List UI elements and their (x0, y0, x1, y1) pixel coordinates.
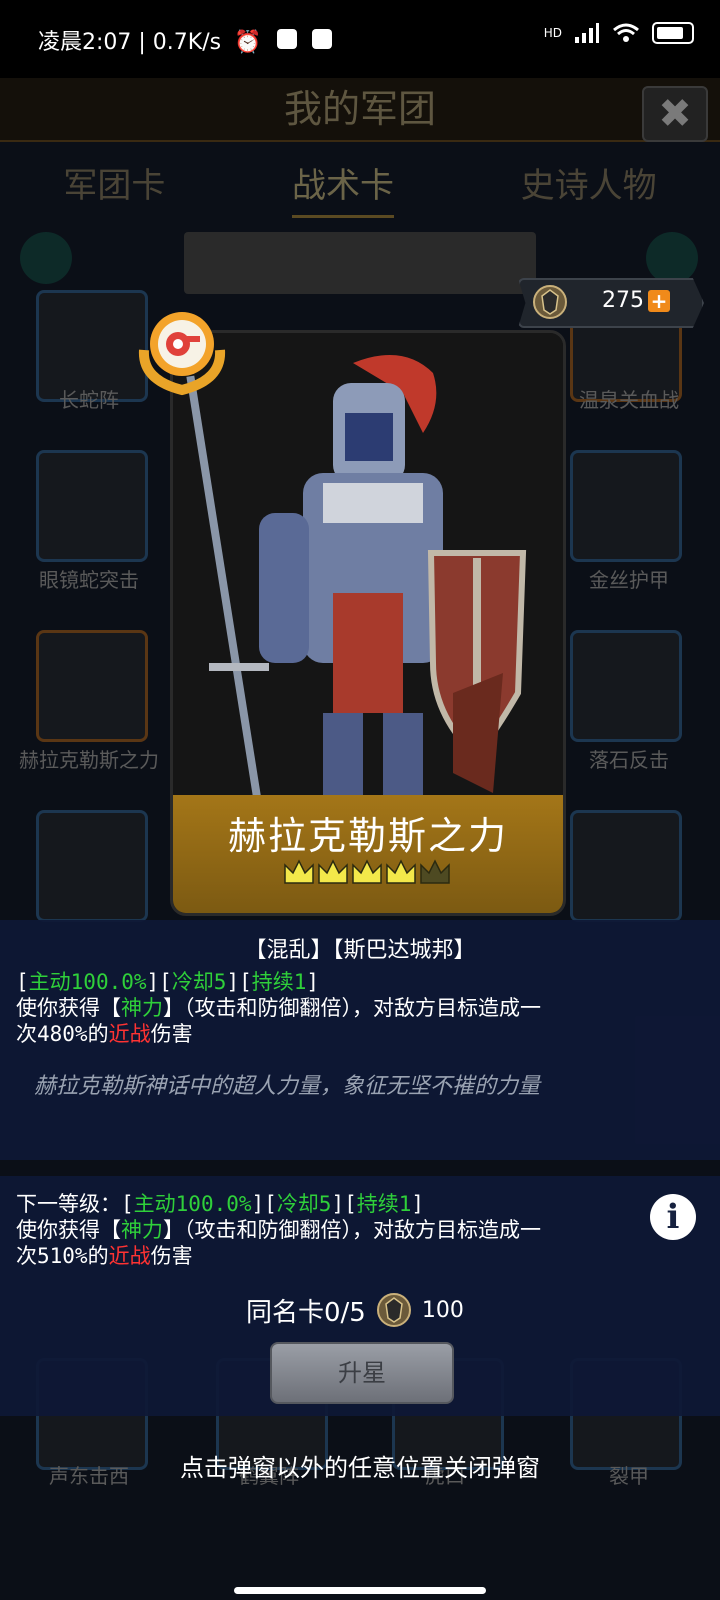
tab-epic-figures: 史诗人物 (520, 166, 657, 206)
currency-value: 275 (602, 288, 644, 313)
page-title: 我的军团 (0, 78, 720, 142)
bg-card-label: 赫拉克勒斯之力 (19, 748, 159, 772)
crown-filled-icon (318, 859, 348, 884)
tab-bar: 军团卡 战术卡 史诗人物 (0, 158, 720, 218)
filter-icon (646, 232, 698, 284)
network-type-label: HD (543, 26, 562, 40)
alarm-icon: ⏰ (234, 30, 262, 55)
bg-card (570, 810, 682, 922)
crown-filled-icon (386, 859, 416, 884)
lore-text: 赫拉克勒斯神话中的超人力量，象征无坚不摧的力量 (34, 1074, 541, 1099)
add-currency-icon[interactable]: + (648, 290, 670, 312)
next-damage-line: 次510%的近战伤害 (16, 1244, 193, 1269)
bracket-text: ][ (331, 1192, 357, 1216)
upgrade-star-button[interactable]: 升星 (270, 1342, 454, 1404)
skill-damage-line: 次480%的近战伤害 (16, 1022, 193, 1047)
active-chance: 主动100.0% (28, 970, 147, 994)
damage-text: 次510%的 (16, 1244, 109, 1268)
bg-card (36, 450, 148, 562)
damage-type: 近战 (108, 1244, 151, 1268)
bg-card (570, 450, 682, 562)
battery-icon (652, 22, 694, 44)
notification-icon (276, 29, 297, 49)
notification-icon-2 (311, 29, 332, 49)
next-effect-line: 使你获得【神力】（攻击和防御翻倍），对敌方目标造成一 (16, 1218, 541, 1243)
skill-effect-line: 使你获得【神力】（攻击和防御翻倍），对敌方目标造成一 (16, 996, 541, 1021)
next-level-panel: 下一等级：[主动100.0%][冷却5][持续1] 使你获得【神力】（攻击和防御… (0, 1176, 720, 1416)
close-hint: 点击弹窗以外的任意位置关闭弹窗 (180, 1454, 540, 1482)
bracket-text: [ (16, 970, 29, 994)
next-stats-line: 下一等级：[主动100.0%][冷却5][持续1] (16, 1192, 424, 1217)
card-tags: 【混乱】【斯巴达城邦】 (244, 938, 476, 963)
bracket-text: ] (306, 970, 320, 994)
effect-text: 使你获得【 (16, 1218, 121, 1242)
status-bar: 凌晨2:07 | 0.7K/s ⏰ HD (0, 0, 720, 78)
legion-emblem-icon (376, 1293, 411, 1327)
bg-card-label: 温泉关血战 (579, 388, 679, 412)
cooldown-value: 冷却5 (276, 1192, 332, 1216)
skill-description-panel: 【混乱】【斯巴达城邦】 [主动100.0%][冷却5][持续1] 使你获得【神力… (0, 920, 720, 1160)
bg-card-label: 眼镜蛇突击 (39, 568, 139, 592)
list-menu-icon (20, 232, 72, 284)
status-time-text: 凌晨2:07 | 0.7K/s (38, 30, 222, 55)
search-bar (184, 232, 536, 294)
bracket-text: ][ (146, 970, 172, 994)
bg-card-label: 落石反击 (589, 748, 669, 772)
effect-text: 】（攻击和防御翻倍），对敌方目标造成一 (163, 1218, 541, 1242)
info-icon[interactable]: i (650, 1194, 696, 1240)
signal-icon (575, 23, 599, 43)
bracket-text: ][ (226, 970, 252, 994)
card-name: 赫拉克勒斯之力 (227, 814, 508, 858)
damage-type: 近战 (108, 1022, 151, 1046)
legion-emblem-icon (533, 285, 567, 319)
duration-value: 持续1 (356, 1192, 412, 1216)
crown-filled-icon (352, 859, 382, 884)
next-level-label: 下一等级：[ (16, 1192, 134, 1216)
tactic-card: 赫拉克勒斯之力 (170, 330, 566, 916)
wifi-icon (613, 23, 639, 42)
bg-card (36, 630, 148, 742)
buff-name: 神力 (121, 996, 163, 1020)
bg-card (36, 810, 148, 922)
duration-value: 持续1 (251, 970, 307, 994)
close-icon: ✖ (642, 86, 708, 142)
duplicate-card-row: 同名卡0/5 100 (246, 1290, 464, 1330)
effect-text: 】（攻击和防御翻倍），对敌方目标造成一 (163, 996, 541, 1020)
tab-legion-cards: 军团卡 (63, 166, 166, 206)
skill-stats-line: [主动100.0%][冷却5][持续1] (16, 970, 319, 995)
home-indicator[interactable] (234, 1587, 486, 1594)
cooldown-value: 冷却5 (171, 970, 227, 994)
damage-text: 伤害 (150, 1022, 193, 1046)
bg-card-label: 金丝护甲 (589, 568, 669, 592)
damage-text: 次480%的 (16, 1022, 109, 1046)
active-chance: 主动100.0% (133, 1192, 252, 1216)
crown-filled-icon (284, 859, 314, 884)
rank-badge-icon (138, 312, 226, 396)
upgrade-cost: 100 (421, 1297, 464, 1323)
bg-card (570, 630, 682, 742)
status-time: 凌晨2:07 | 0.7K/s ⏰ (38, 24, 332, 56)
currency-badge[interactable]: 275 + (518, 278, 704, 328)
card-name-bar: 赫拉克勒斯之力 (173, 795, 563, 913)
crown-empty-icon (420, 859, 450, 884)
damage-text: 伤害 (150, 1244, 193, 1268)
tab-tactic-cards: 战术卡 (291, 158, 394, 218)
bracket-text: ][ (251, 1192, 277, 1216)
duplicate-card-count: 同名卡0/5 (246, 1297, 366, 1328)
bracket-text: ] (411, 1192, 425, 1216)
effect-text: 使你获得【 (16, 996, 121, 1020)
status-icons: HD (544, 22, 694, 44)
buff-name: 神力 (121, 1218, 163, 1242)
star-rating (283, 857, 453, 893)
